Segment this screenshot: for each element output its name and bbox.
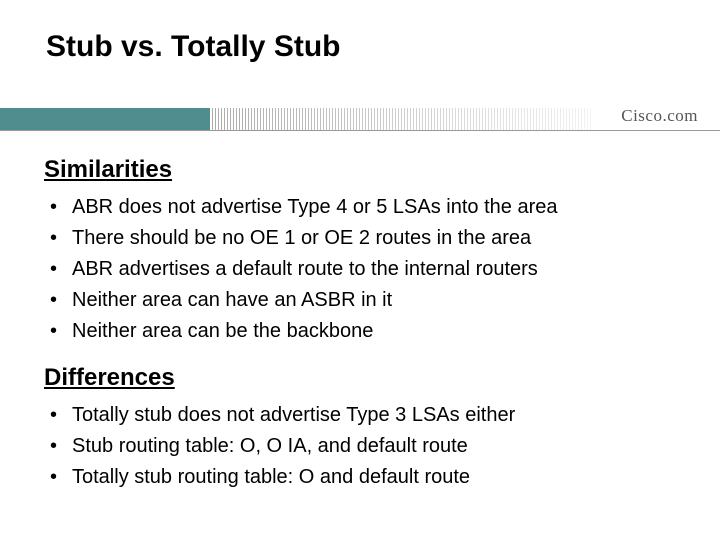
band-underline (0, 130, 720, 131)
list-item: Totally stub does not advertise Type 3 L… (44, 400, 680, 431)
differences-heading: Differences (44, 364, 680, 392)
list-item: Neither area can have an ASBR in it (44, 285, 680, 316)
list-item: ABR does not advertise Type 4 or 5 LSAs … (44, 192, 680, 223)
similarities-section: Similarities ABR does not advertise Type… (44, 156, 680, 347)
slide: Stub vs. Totally Stub Cisco.com Similari… (0, 0, 720, 540)
list-item: Stub routing table: O, O IA, and default… (44, 431, 680, 462)
band-stripes (212, 108, 592, 130)
divider-band: Cisco.com (0, 100, 720, 134)
similarities-list: ABR does not advertise Type 4 or 5 LSAs … (44, 192, 680, 347)
list-item: There should be no OE 1 or OE 2 routes i… (44, 223, 680, 254)
slide-title: Stub vs. Totally Stub (46, 30, 340, 64)
list-item: Neither area can be the backbone (44, 316, 680, 347)
similarities-heading: Similarities (44, 156, 680, 184)
differences-section: Differences Totally stub does not advert… (44, 364, 680, 493)
differences-list: Totally stub does not advertise Type 3 L… (44, 400, 680, 493)
list-item: Totally stub routing table: O and defaul… (44, 462, 680, 493)
cisco-logo-text: Cisco.com (621, 106, 698, 126)
list-item: ABR advertises a default route to the in… (44, 254, 680, 285)
band-teal-block (0, 108, 210, 130)
